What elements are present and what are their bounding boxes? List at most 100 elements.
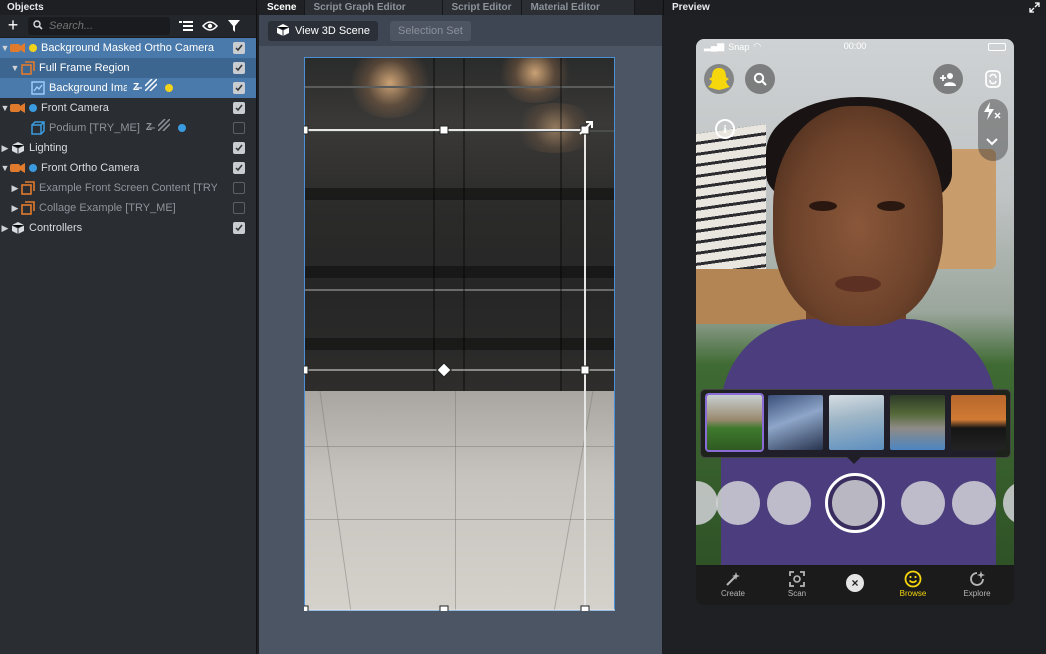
- info-button[interactable]: i: [715, 119, 735, 139]
- expand-arrow-icon[interactable]: ▼: [0, 158, 10, 178]
- visibility-checkbox[interactable]: [233, 62, 245, 74]
- expand-arrow-icon[interactable]: ▶: [0, 218, 10, 238]
- nav-create[interactable]: Create: [708, 569, 758, 598]
- cushion-stripes: [696, 124, 766, 284]
- expand-arrow-icon[interactable]: ▼: [0, 98, 10, 118]
- flash-off-icon[interactable]: [982, 102, 1002, 123]
- smiley-icon: [888, 569, 938, 589]
- expand-arrow-icon[interactable]: ▼: [0, 38, 10, 58]
- view-3d-scene-button[interactable]: View 3D Scene: [268, 21, 379, 41]
- tree-label: Front Ortho Camera: [41, 162, 140, 174]
- face-shape: [773, 106, 943, 326]
- tab-script-graph-editor[interactable]: Script Graph Editor: [305, 0, 444, 15]
- phone-preview[interactable]: ▂▄▆ Snap ◠ 00:00 i Create Scan × Browse …: [696, 39, 1014, 605]
- object-tree: ▼ Background Masked Ortho Camera ▼ Full …: [0, 38, 256, 238]
- carousel-thumbnail[interactable]: [768, 395, 823, 450]
- tab-material-editor[interactable]: Material Editor: [522, 0, 636, 15]
- search-box[interactable]: [28, 17, 170, 35]
- eye-icon[interactable]: [202, 18, 218, 34]
- scene-tabs: Scene Script Graph Editor Script Editor …: [259, 0, 662, 15]
- background-carousel[interactable]: [700, 389, 1011, 458]
- ghost-profile-button[interactable]: [704, 64, 734, 94]
- search-icon: [753, 72, 767, 86]
- shutter-button[interactable]: [825, 473, 885, 533]
- magic-wand-icon: [708, 569, 758, 589]
- carousel-thumbnail[interactable]: [890, 395, 945, 450]
- ghost-icon: [708, 68, 730, 90]
- carousel-thumbnail[interactable]: [705, 393, 764, 452]
- scene-canvas[interactable]: [304, 57, 615, 611]
- layer-dot-icon: [178, 124, 186, 132]
- nav-explore[interactable]: Explore: [952, 569, 1002, 598]
- expand-arrow-icon[interactable]: ▶: [10, 178, 20, 198]
- tree-row[interactable]: ▶ Collage Example [TRY_ME]: [0, 198, 256, 218]
- region-icon: [20, 61, 36, 75]
- visibility-checkbox[interactable]: [233, 42, 245, 54]
- concrete-floor-image: [305, 391, 614, 610]
- controllers-cube-icon: [10, 221, 26, 235]
- nav-scan[interactable]: Scan: [772, 569, 822, 598]
- visibility-checkbox[interactable]: [233, 122, 245, 134]
- text-layer-icon: Z̶: [145, 122, 152, 133]
- carousel-thumbnail[interactable]: [951, 395, 1006, 450]
- lens-button[interactable]: [901, 481, 945, 525]
- expand-arrow-icon[interactable]: ▶: [10, 198, 20, 218]
- visibility-checkbox[interactable]: [233, 102, 245, 114]
- tree-row[interactable]: Podium [TRY_ME] Z̶: [0, 118, 256, 138]
- chevron-down-icon[interactable]: [985, 137, 999, 150]
- tree-label: Collage Example [TRY_ME]: [39, 202, 176, 214]
- tree-label: Podium [TRY_ME]: [49, 122, 140, 134]
- tree-row[interactable]: ▶ Lighting: [0, 138, 256, 158]
- tab-scene[interactable]: Scene: [259, 0, 306, 15]
- tree-row[interactable]: ▼ Background Masked Ortho Camera: [0, 38, 256, 58]
- scene-toolbar: View 3D Scene Selection Set: [259, 15, 662, 46]
- hierarchy-icon[interactable]: [178, 18, 194, 34]
- tree-row[interactable]: ▼ Front Camera: [0, 98, 256, 118]
- lens-button[interactable]: [952, 481, 996, 525]
- battery-icon: [988, 43, 1006, 51]
- visibility-checkbox[interactable]: [233, 222, 245, 234]
- tab-script-editor[interactable]: Script Editor: [443, 0, 523, 15]
- tree-row[interactable]: ▼ Front Ortho Camera: [0, 158, 256, 178]
- flip-camera-button[interactable]: [978, 64, 1008, 94]
- visibility-checkbox[interactable]: [233, 202, 245, 214]
- preview-panel: Preview ▂▄▆ Snap ◠ 00:00 i Create Scan ×…: [663, 0, 1046, 654]
- text-layer-icon: Z̶: [133, 82, 140, 93]
- nav-browse[interactable]: Browse: [888, 569, 938, 598]
- visibility-checkbox[interactable]: [233, 142, 245, 154]
- camera-icon: [10, 101, 26, 115]
- add-object-button[interactable]: +: [4, 16, 22, 35]
- tree-label: Full Frame Region: [39, 62, 130, 74]
- layer-dot-icon: [29, 164, 37, 172]
- view-3d-scene-label: View 3D Scene: [295, 25, 371, 37]
- carousel-thumbnail[interactable]: [829, 395, 884, 450]
- light-cube-icon: [10, 141, 26, 155]
- scene-viewport[interactable]: [259, 46, 662, 654]
- tree-label: Lighting: [29, 142, 68, 154]
- carousel-caret: [847, 457, 861, 464]
- expand-arrow-icon[interactable]: ▼: [10, 58, 20, 78]
- visibility-checkbox[interactable]: [233, 82, 245, 94]
- expand-arrow-icon[interactable]: ▶: [0, 138, 10, 158]
- tree-label: Example Front Screen Content [TRY_ME]: [39, 182, 217, 194]
- tree-label: Background Masked Ortho Camera: [41, 42, 215, 54]
- visibility-checkbox[interactable]: [233, 182, 245, 194]
- tree-row[interactable]: ▶ Controllers: [0, 218, 256, 238]
- selection-set-button[interactable]: Selection Set: [390, 21, 471, 41]
- tree-row[interactable]: ▼ Full Frame Region: [0, 58, 256, 78]
- maximize-icon[interactable]: [1029, 2, 1040, 13]
- bottom-nav: Create Scan × Browse Explore: [696, 565, 1014, 605]
- search-input[interactable]: [49, 20, 159, 32]
- tree-row[interactable]: Background Image Z̶: [0, 78, 256, 98]
- camera-icon: [10, 161, 26, 175]
- close-lens-button[interactable]: ×: [846, 574, 864, 592]
- search-button[interactable]: [745, 64, 775, 94]
- tree-label: Front Camera: [41, 102, 109, 114]
- filter-icon[interactable]: [226, 18, 242, 34]
- status-time: 00:00: [843, 41, 867, 51]
- lens-button[interactable]: [767, 481, 811, 525]
- lens-button[interactable]: [716, 481, 760, 525]
- tree-row[interactable]: ▶ Example Front Screen Content [TRY_ME]: [0, 178, 256, 198]
- visibility-checkbox[interactable]: [233, 162, 245, 174]
- add-friend-button[interactable]: [933, 64, 963, 94]
